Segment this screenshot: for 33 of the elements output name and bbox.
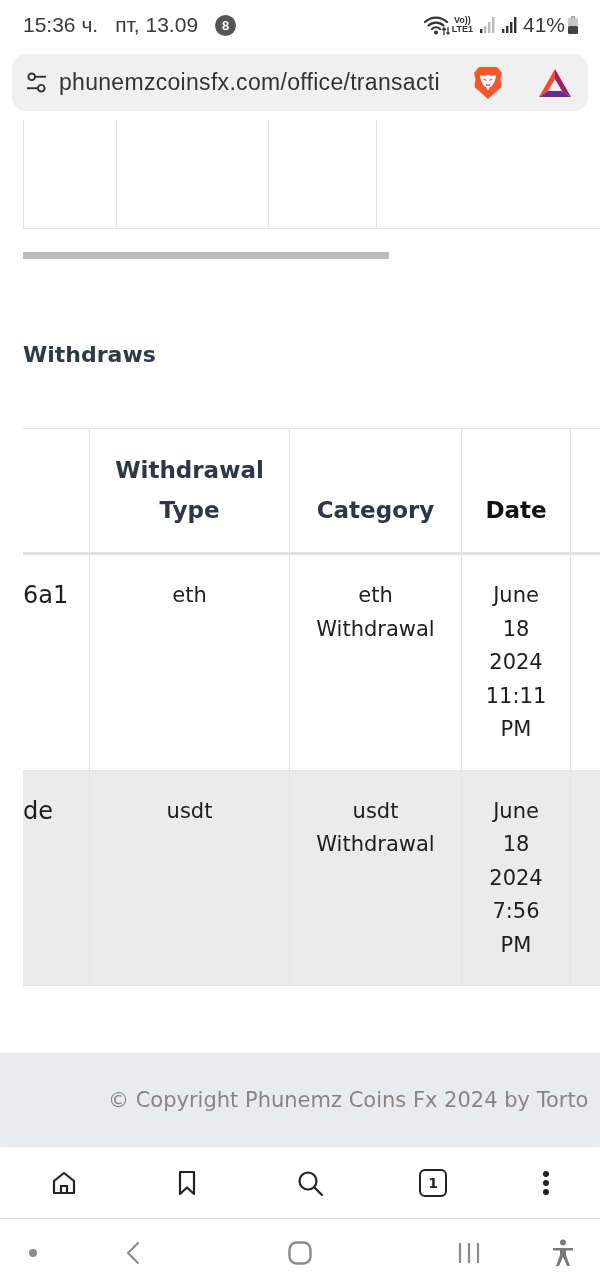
table-cell: usdt [89,770,289,985]
search-icon[interactable] [295,1168,324,1197]
signal-icon [479,17,495,33]
network-type-label: Vo)) LTE1 [451,16,473,34]
table-cell-text: de [23,795,54,827]
column-header: Date [485,496,547,525]
column-header: Category [316,496,435,525]
battery-percent: 41% [522,13,565,37]
dot-icon [29,1249,37,1257]
table-cell: June 18 2024 7:56 PM [461,770,570,985]
copyright-text: © Copyright Phunemz Coins Fx 2024 by Torto [108,1087,589,1112]
column-header: Withdrawal Type [115,456,264,525]
notification-count: 8 [215,14,237,36]
accessibility-icon[interactable] [551,1239,575,1267]
wifi-icon [423,14,450,36]
tab-count-button[interactable]: 1 [419,1168,448,1197]
status-date: пт, 13.09 [115,13,199,37]
table-cell: June 18 2024 11:11 PM [461,555,570,770]
battery-icon [568,16,578,34]
table-cell-text: 6a1 [23,580,70,611]
table-cell: usdt Withdrawal [289,770,461,985]
section-title: Withdraws [23,341,156,369]
table-cell: eth [89,555,289,770]
address-bar[interactable]: phunemzcoinsfx.com/office/transacti [12,54,588,111]
triangle-icon[interactable] [538,67,572,98]
back-icon[interactable] [126,1241,140,1265]
tune-icon[interactable] [26,72,47,93]
signal-icon [501,17,517,33]
recents-icon[interactable] [458,1242,480,1264]
more-icon[interactable] [542,1169,551,1196]
status-time: 15:36 ч. [23,13,99,37]
lion-shield-icon[interactable] [473,65,503,100]
table-cell: eth Withdrawal [289,555,461,770]
